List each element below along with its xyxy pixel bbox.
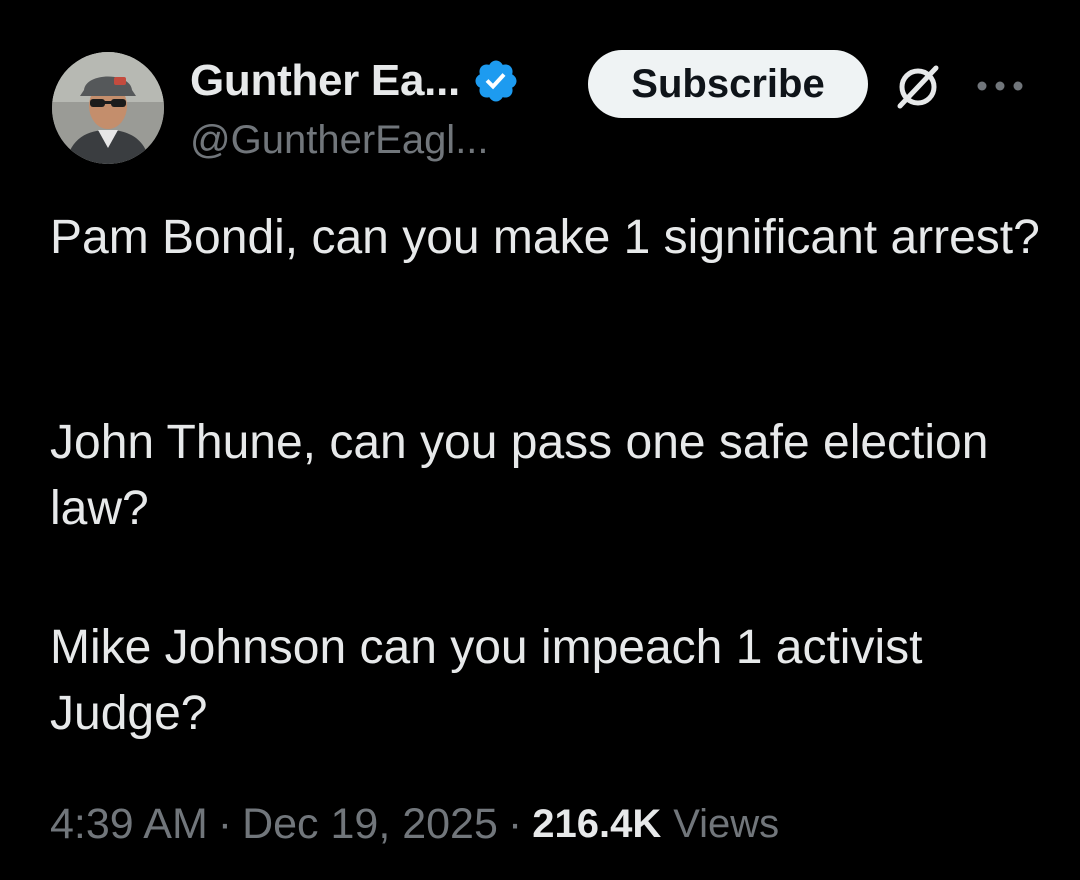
meta-separator: ·	[217, 800, 233, 848]
tweet-paragraph-2: John Thune, can you pass one safe electi…	[50, 416, 989, 535]
grok-icon[interactable]	[890, 58, 946, 114]
tweet-time[interactable]: 4:39 AM	[50, 800, 208, 849]
author-avatar[interactable]	[52, 52, 164, 164]
views-count: 216.4K	[532, 802, 662, 846]
author-handle[interactable]: @GuntherEagl...	[190, 118, 489, 163]
verified-badge-icon	[472, 57, 520, 105]
tweet-meta: 4:39 AM · Dec 19, 2025 · 216.4K Views	[50, 800, 779, 849]
author-display-name[interactable]: Gunther Ea...	[190, 56, 460, 106]
views-label: Views	[673, 802, 780, 846]
tweet-paragraph-3: Mike Johnson can you impeach 1 activist …	[50, 621, 923, 740]
tweet-date[interactable]: Dec 19, 2025	[242, 800, 498, 849]
more-options-icon[interactable]	[972, 78, 1028, 94]
author-name-row: Gunther Ea...	[190, 56, 520, 106]
tweet-card: Gunther Ea... @GuntherEagl... Subscribe …	[0, 0, 1080, 880]
tweet-paragraph-1: Pam Bondi, can you make 1 significant ar…	[50, 211, 1040, 264]
subscribe-button[interactable]: Subscribe	[588, 50, 868, 118]
meta-separator: ·	[507, 800, 523, 848]
